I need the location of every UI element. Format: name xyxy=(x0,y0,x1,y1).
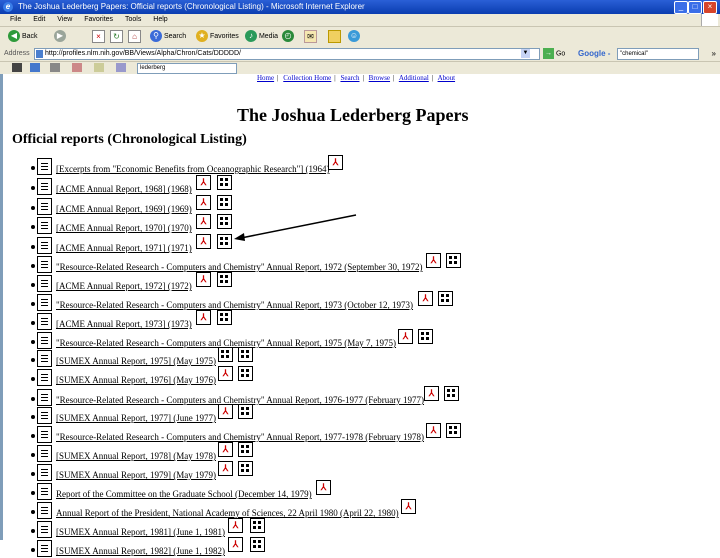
media-label: Media xyxy=(258,33,279,40)
back-label: Back xyxy=(21,33,38,40)
forward-arrow-icon: ▶ xyxy=(54,30,66,43)
address-label: Address xyxy=(4,50,30,57)
history-icon: ◴ xyxy=(282,30,294,43)
go-arrow-icon: → xyxy=(543,48,554,59)
back-arrow-icon: ◀ xyxy=(8,30,20,43)
forward-button[interactable]: ▶ xyxy=(54,30,66,44)
google-label: Google - xyxy=(578,49,611,58)
google-toolbar-button[interactable]: Google - xyxy=(578,48,610,61)
refresh-icon: ↻ xyxy=(110,30,123,43)
home-button[interactable]: ⌂ xyxy=(128,30,141,44)
back-button[interactable]: ◀ Back xyxy=(8,30,38,44)
address-bar: Address http://profiles.nlm.nih.gov/BB/V… xyxy=(0,47,720,62)
toolbar: ◀ Back ▶ × ↻ ⌂ ⚲ Search ★ Favorites ♪ Me… xyxy=(0,27,720,48)
toolbar-tool-icon[interactable] xyxy=(72,63,82,72)
close-button[interactable]: × xyxy=(703,1,717,14)
arrow-line xyxy=(240,214,357,239)
toolbar-more-chevron[interactable]: » xyxy=(712,48,716,60)
stop-button[interactable]: × xyxy=(92,30,105,44)
messenger-icon: ☺ xyxy=(348,30,360,43)
maximize-button[interactable]: □ xyxy=(688,1,702,14)
history-button[interactable]: ◴ xyxy=(282,30,294,44)
arrow-head xyxy=(234,233,245,241)
mail-icon: ✉ xyxy=(304,30,317,43)
minimize-button[interactable]: _ xyxy=(674,1,688,14)
menu-favorites[interactable]: Favorites xyxy=(84,16,113,23)
favorites-button[interactable]: ★ Favorites xyxy=(196,30,239,44)
google-search-input[interactable]: "chemical" xyxy=(617,48,699,60)
search-button[interactable]: ⚲ Search xyxy=(150,30,186,44)
menu-bar: File Edit View Favorites Tools Help xyxy=(0,14,720,27)
toolbar-select[interactable]: lederberg xyxy=(137,63,237,74)
ie-logo-icon: e xyxy=(3,2,13,12)
menu-help[interactable]: Help xyxy=(153,16,167,23)
menu-view[interactable]: View xyxy=(57,16,72,23)
address-input[interactable]: http://profiles.nlm.nih.gov/BB/Views/Alp… xyxy=(34,48,540,60)
search-icon: ⚲ xyxy=(150,30,162,43)
bullet xyxy=(31,548,35,552)
home-icon: ⌂ xyxy=(128,30,141,43)
window-title-bar[interactable]: e The Joshua Lederberg Papers: Official … xyxy=(0,0,720,14)
favorites-star-icon: ★ xyxy=(196,30,208,43)
folder-button[interactable] xyxy=(328,30,341,44)
folder-icon xyxy=(328,30,341,43)
page-content: Home | Collection Home | Search | Browse | A… xyxy=(0,74,720,557)
stop-icon: × xyxy=(92,30,105,43)
windows-logo-icon xyxy=(701,14,718,26)
toolbar-edit-icon[interactable] xyxy=(94,63,104,72)
toolbar-folder-icon[interactable] xyxy=(116,63,126,72)
menu-edit[interactable]: Edit xyxy=(33,16,45,23)
toolbar-settings-icon[interactable] xyxy=(30,63,40,72)
address-value: http://profiles.nlm.nih.gov/BB/Views/Alp… xyxy=(45,50,241,57)
menu-tools[interactable]: Tools xyxy=(125,16,141,23)
refresh-button[interactable]: ↻ xyxy=(110,30,123,44)
toolbar-refresh-icon[interactable] xyxy=(50,63,60,72)
page-icon xyxy=(36,50,43,58)
menu-file[interactable]: File xyxy=(10,16,21,23)
toolbar-gadget-icon[interactable] xyxy=(12,63,22,72)
annotation-arrow xyxy=(234,214,357,241)
favorites-label: Favorites xyxy=(209,33,239,40)
media-icon: ♪ xyxy=(245,30,257,43)
mail-button[interactable]: ✉ xyxy=(304,30,317,44)
report-link[interactable]: [SUMEX Annual Report, 1982] (June 1, 198… xyxy=(56,546,225,556)
go-label: Go xyxy=(555,50,566,58)
go-button[interactable]: → Go xyxy=(543,48,565,60)
window-title: The Joshua Lederberg Papers: Official re… xyxy=(18,2,365,11)
document-icon[interactable] xyxy=(37,540,52,557)
search-label: Search xyxy=(163,33,187,40)
messenger-button[interactable]: ☺ xyxy=(348,30,360,44)
address-dropdown-icon[interactable]: ▼ xyxy=(521,49,530,58)
media-button[interactable]: ♪ Media xyxy=(245,30,278,44)
